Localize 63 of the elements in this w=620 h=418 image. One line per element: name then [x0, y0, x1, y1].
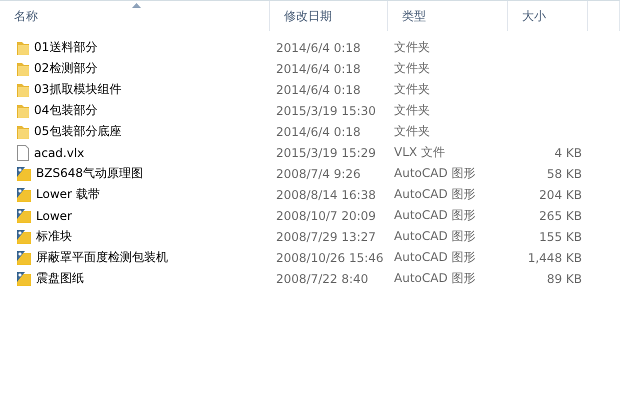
modified-date: 2008/7/22 8:40 — [275, 272, 370, 286]
modified-date: 2008/7/29 13:27 — [275, 230, 377, 244]
folder-icon — [16, 102, 30, 118]
file-name[interactable]: Lower 载带 — [36, 186, 100, 203]
file-name[interactable]: 标准块 — [36, 228, 72, 245]
document-icon — [16, 144, 30, 160]
modified-date: 2008/10/26 15:46 — [275, 250, 385, 264]
file-size: 89 KB — [546, 272, 583, 286]
file-type: AutoCAD 图形 — [393, 228, 477, 245]
modified-date: 2014/6/4 0:18 — [275, 82, 362, 96]
file-type: 文件夹 — [393, 123, 431, 140]
file-type: AutoCAD 图形 — [393, 249, 477, 266]
folder-icon — [16, 60, 30, 76]
file-type: AutoCAD 图形 — [393, 270, 477, 287]
drawing-file-icon — [16, 208, 32, 224]
file-name[interactable]: 屏蔽罩平面度检测包装机 — [36, 249, 168, 266]
file-type: AutoCAD 图形 — [393, 165, 477, 182]
file-name[interactable]: 04包装部分 — [34, 102, 98, 119]
column-header[interactable]: 类型 — [388, 1, 508, 31]
file-type: AutoCAD 图形 — [393, 207, 477, 224]
column-header[interactable]: 大小 — [508, 1, 588, 31]
modified-date: 2008/8/14 16:38 — [275, 188, 377, 202]
column-label: 修改日期 — [284, 8, 332, 24]
file-name[interactable]: 05包装部分底座 — [34, 123, 122, 140]
modified-date: 2014/6/4 0:18 — [275, 62, 362, 76]
column-label: 大小 — [522, 8, 546, 24]
file-name[interactable]: 03抓取模块组件 — [34, 81, 122, 98]
drawing-file-icon — [16, 270, 32, 286]
folder-icon — [16, 82, 30, 98]
file-name[interactable]: 02检测部分 — [34, 60, 98, 77]
file-type: 文件夹 — [393, 102, 431, 119]
modified-date: 2014/6/4 0:18 — [275, 40, 362, 54]
file-name[interactable]: acad.vlx — [34, 146, 84, 160]
file-type: 文件夹 — [393, 39, 431, 56]
file-type: 文件夹 — [393, 81, 431, 98]
drawing-file-icon — [16, 250, 32, 266]
modified-date: 2008/10/7 20:09 — [275, 208, 377, 222]
file-size: 4 KB — [553, 146, 583, 160]
drawing-file-icon — [16, 186, 32, 202]
file-name[interactable]: 震盘图纸 — [36, 270, 84, 287]
folder-icon — [16, 124, 30, 140]
file-name[interactable]: BZS648气动原理图 — [36, 165, 143, 182]
file-type: VLX 文件 — [393, 144, 446, 161]
column-label: 类型 — [402, 8, 426, 24]
file-type: 文件夹 — [393, 60, 431, 77]
file-type: AutoCAD 图形 — [393, 186, 477, 203]
column-label: 名称 — [14, 8, 38, 24]
modified-date: 2015/3/19 15:30 — [275, 104, 377, 118]
file-name[interactable]: 01送料部分 — [34, 39, 98, 56]
column-header[interactable]: 修改日期 — [270, 1, 388, 31]
file-name[interactable]: Lower — [36, 208, 72, 222]
file-size: 58 KB — [546, 166, 583, 180]
drawing-file-icon — [16, 166, 32, 182]
modified-date: 2014/6/4 0:18 — [275, 124, 362, 138]
file-size: 204 KB — [538, 188, 583, 202]
modified-date: 2008/7/4 9:26 — [275, 166, 362, 180]
file-size: 1,448 KB — [526, 250, 583, 264]
drawing-file-icon — [16, 228, 32, 244]
file-size: 265 KB — [538, 208, 583, 222]
file-size: 155 KB — [538, 230, 583, 244]
folder-icon — [16, 40, 30, 56]
modified-date: 2015/3/19 15:29 — [275, 146, 377, 160]
column-header[interactable]: 名称 — [0, 1, 270, 31]
